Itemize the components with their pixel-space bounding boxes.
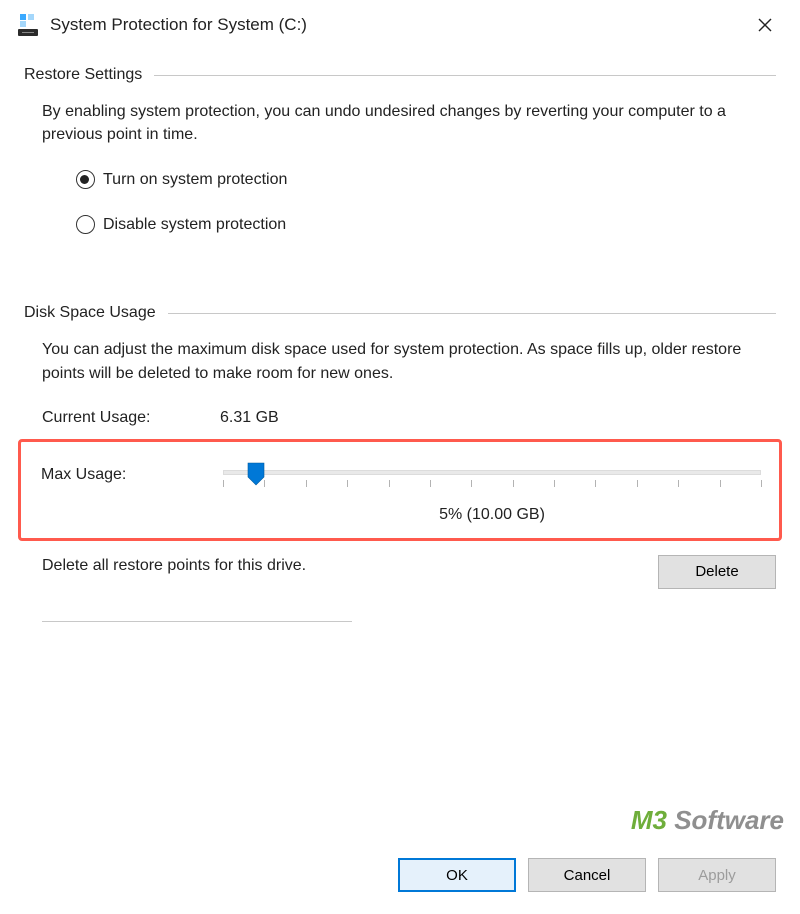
- disk-section-label: Disk Space Usage: [24, 304, 156, 322]
- divider: [168, 313, 776, 314]
- close-button[interactable]: [748, 10, 782, 40]
- delete-button[interactable]: Delete: [658, 555, 776, 589]
- radio-label-off: Disable system protection: [103, 216, 286, 234]
- radio-turn-on[interactable]: Turn on system protection: [76, 170, 776, 189]
- radio-disable[interactable]: Disable system protection: [76, 215, 776, 234]
- divider: [42, 621, 352, 622]
- disk-description: You can adjust the maximum disk space us…: [42, 338, 766, 384]
- drive-icon: [18, 14, 40, 36]
- window-title: System Protection for System (C:): [50, 15, 307, 35]
- max-usage-label: Max Usage:: [33, 464, 223, 484]
- max-usage-highlight: Max Usage: 5% (10.00 GB): [18, 439, 782, 541]
- ok-button[interactable]: OK: [398, 858, 516, 892]
- disk-section-header: Disk Space Usage: [24, 304, 776, 322]
- titlebar: System Protection for System (C:): [0, 0, 800, 48]
- dialog-buttons: OK Cancel Apply: [398, 858, 776, 892]
- delete-description: Delete all restore points for this drive…: [42, 555, 642, 575]
- restore-description: By enabling system protection, you can u…: [42, 100, 766, 146]
- divider: [154, 75, 776, 76]
- max-usage-slider[interactable]: [223, 470, 761, 475]
- radio-icon: [76, 215, 95, 234]
- watermark: M3 Software: [631, 805, 784, 836]
- radio-icon: [76, 170, 95, 189]
- restore-section-header: Restore Settings: [24, 66, 776, 84]
- max-usage-value: 5% (10.00 GB): [223, 506, 761, 524]
- dialog-window: System Protection for System (C:) Restor…: [0, 0, 800, 622]
- restore-section-label: Restore Settings: [24, 66, 142, 84]
- cancel-button[interactable]: Cancel: [528, 858, 646, 892]
- watermark-brand: M3: [631, 805, 667, 835]
- current-usage-label: Current Usage:: [42, 409, 220, 427]
- current-usage-row: Current Usage: 6.31 GB: [42, 409, 776, 427]
- protection-radio-group: Turn on system protection Disable system…: [76, 170, 776, 234]
- radio-label-on: Turn on system protection: [103, 171, 287, 189]
- apply-button[interactable]: Apply: [658, 858, 776, 892]
- slider-ticks: [223, 480, 761, 492]
- watermark-text: Software: [674, 805, 784, 835]
- close-icon: [758, 18, 772, 32]
- current-usage-value: 6.31 GB: [220, 409, 279, 427]
